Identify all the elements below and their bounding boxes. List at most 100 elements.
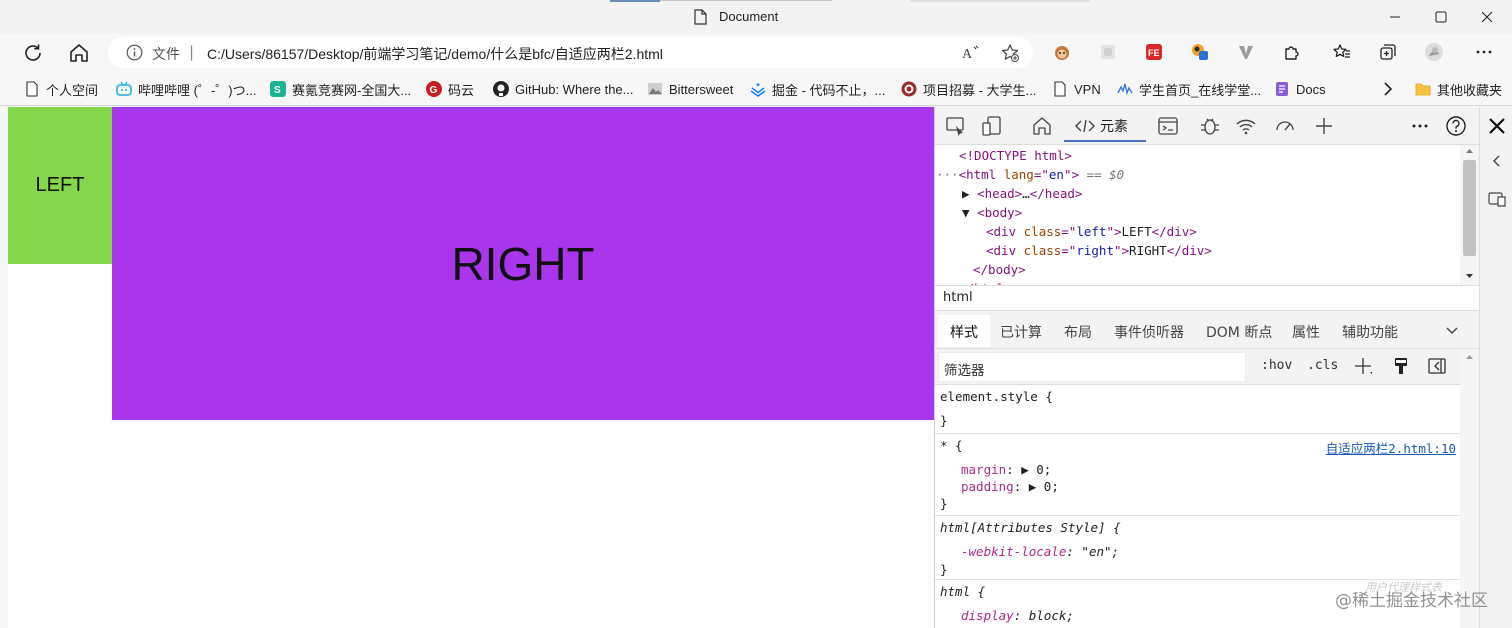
performance-gauge-icon[interactable] [1274, 115, 1296, 137]
bittersweet-icon [648, 83, 662, 95]
dom-head-node[interactable]: ▶ <head>…</head> [962, 184, 1082, 203]
dom-tree-scrollbar[interactable] [1460, 145, 1479, 285]
bookmark-item[interactable]: Bittersweet [647, 79, 733, 99]
document-icon [26, 81, 38, 97]
gitee-icon: G [426, 81, 442, 97]
bookmark-item[interactable]: VPN [1052, 79, 1101, 99]
more-tools-plus-icon[interactable] [1313, 115, 1335, 137]
add-favorite-icon[interactable] [1000, 43, 1020, 63]
svg-text:S: S [274, 85, 281, 96]
maximize-button[interactable] [1432, 8, 1450, 26]
scrollbar-thumb[interactable] [1463, 160, 1476, 256]
welcome-home-icon[interactable] [1031, 115, 1053, 137]
paint-bucket-icon[interactable] [1391, 356, 1411, 376]
hover-state-toggle[interactable]: :hov [1261, 358, 1292, 373]
device-emulation-icon[interactable] [981, 115, 1003, 137]
rule-html-attributes[interactable]: html[Attributes Style] { -webkit-locale:… [935, 516, 1460, 580]
dom-html-node[interactable]: ···<html lang="en"> == $0 [936, 165, 1124, 184]
minimize-button[interactable] [1386, 8, 1404, 26]
tab-accessibility[interactable]: 辅助功能 [1342, 322, 1398, 342]
other-bookmarks-folder[interactable]: 其他收藏夹 [1415, 79, 1502, 99]
bookmark-label: 赛氪竞赛网-全国大... [292, 82, 412, 98]
scroll-up-icon[interactable] [1465, 147, 1474, 155]
bookmark-item[interactable]: GitHub: Where the... [493, 79, 634, 99]
favorites-icon[interactable] [1332, 42, 1352, 62]
tab-layout[interactable]: 布局 [1064, 322, 1092, 342]
dom-div-right[interactable]: <div class="right">RIGHT</div> [986, 241, 1212, 260]
svg-text:G: G [430, 85, 438, 96]
refresh-button[interactable] [21, 41, 45, 65]
scroll-down-icon[interactable] [1465, 272, 1474, 280]
styles-filter-input[interactable]: 筛选器 [938, 352, 1246, 382]
bookmark-item[interactable]: S 赛氪竞赛网-全国大... [270, 79, 411, 99]
rule-element-style[interactable]: element.style { } [935, 385, 1460, 434]
document-icon [1054, 81, 1066, 97]
dom-body-node[interactable]: ▼ <body> [962, 203, 1022, 222]
dom-doctype[interactable]: <!DOCTYPE html> [959, 146, 1072, 165]
tab-styles[interactable]: 样式 [950, 322, 978, 342]
profile-avatar[interactable] [1424, 42, 1444, 62]
sources-bug-icon[interactable] [1199, 115, 1221, 137]
tab-event-listeners[interactable]: 事件侦听器 [1114, 322, 1184, 342]
dock-side-icon[interactable] [1487, 189, 1507, 209]
rule-close-brace: } [940, 413, 948, 428]
breadcrumb-html[interactable]: html [943, 290, 973, 305]
address-bar[interactable]: 文件 | C:/Users/86157/Desktop/前端学习笔记/demo/… [108, 37, 1033, 68]
extensions-puzzle-icon[interactable] [1282, 42, 1302, 62]
bookmark-item[interactable]: 项目招募 - 大学生... [901, 79, 1036, 99]
extension-monkey-icon[interactable] [1052, 42, 1072, 62]
extension-fe-icon[interactable]: FE [1144, 42, 1164, 62]
right-column: RIGHT [112, 107, 934, 420]
read-aloud-icon[interactable]: A [961, 43, 981, 63]
close-devtools-icon[interactable] [1486, 115, 1508, 137]
tab-properties[interactable]: 属性 [1292, 322, 1320, 342]
more-menu-icon[interactable] [1474, 42, 1494, 62]
rule-declaration[interactable]: padding: ▶ 0; [961, 479, 1059, 494]
console-icon[interactable] [1157, 115, 1179, 137]
url-text[interactable]: C:/Users/86157/Desktop/前端学习笔记/demo/什么是bf… [207, 44, 663, 64]
rule-source-link[interactable]: 自适应两栏2.html:10 [1326, 438, 1456, 457]
styles-filter-row: 筛选器 :hov .cls [935, 349, 1460, 385]
docs-icon [1276, 82, 1288, 96]
bookmark-item[interactable]: 掘金 - 代码不止，... [750, 79, 885, 99]
extension-v-icon[interactable] [1236, 42, 1256, 62]
class-toggle[interactable]: .cls [1307, 358, 1338, 373]
toggle-sidebar-icon[interactable] [1427, 356, 1447, 376]
bookmark-item[interactable]: 哔哩哔哩 (゜-゜)つ... [116, 79, 256, 99]
scroll-up-icon[interactable] [1465, 353, 1474, 361]
tab-dom-breakpoints[interactable]: DOM 断点 [1206, 322, 1272, 342]
bookmark-item[interactable]: G 码云 [426, 79, 474, 99]
styles-tabbar: 样式 已计算 布局 事件侦听器 DOM 断点 属性 辅助功能 [935, 311, 1479, 349]
inspect-element-icon[interactable] [945, 115, 967, 137]
bookmark-item[interactable]: 学生首页_在线学堂... [1117, 79, 1261, 99]
close-window-button[interactable] [1478, 8, 1496, 26]
home-button[interactable] [67, 41, 91, 65]
help-icon[interactable] [1445, 115, 1467, 137]
left-column: LEFT [8, 107, 112, 264]
title-bar: Document [0, 0, 1512, 34]
tab-computed[interactable]: 已计算 [1000, 322, 1042, 342]
bookmark-item[interactable]: 个人空间 [24, 79, 98, 99]
tab-elements-label: 元素 [1100, 118, 1128, 135]
bookmark-label: 哔哩哔哩 (゜-゜)つ... [138, 82, 257, 98]
bookmark-item[interactable]: Docs [1274, 79, 1326, 99]
collections-icon[interactable] [1378, 42, 1398, 62]
info-icon[interactable] [126, 44, 143, 61]
bookmarks-overflow-button[interactable] [1380, 79, 1396, 99]
extension-grey-icon[interactable] [1098, 42, 1118, 62]
dom-div-left[interactable]: <div class="left">LEFT</div> [986, 222, 1197, 241]
network-wifi-icon[interactable] [1235, 115, 1257, 137]
rule-declaration[interactable]: margin: ▶ 0; [961, 462, 1051, 477]
rule-universal[interactable]: * { 自适应两栏2.html:10 margin: ▶ 0; padding:… [935, 434, 1460, 516]
svg-text:A: A [962, 47, 973, 62]
rule-declaration: display: block; [961, 608, 1074, 623]
chevron-down-icon[interactable] [1446, 327, 1458, 335]
rule-close-brace: } [940, 562, 948, 577]
new-style-rule-icon[interactable] [1353, 356, 1373, 376]
document-icon [694, 9, 707, 25]
chevron-left-icon[interactable] [1489, 153, 1505, 169]
devtools-more-icon[interactable] [1409, 115, 1431, 137]
devtools-toolbar: 元素 [935, 107, 1479, 145]
tab-elements[interactable]: 元素 [1064, 111, 1146, 142]
extension-colorful-icon[interactable] [1190, 42, 1210, 62]
